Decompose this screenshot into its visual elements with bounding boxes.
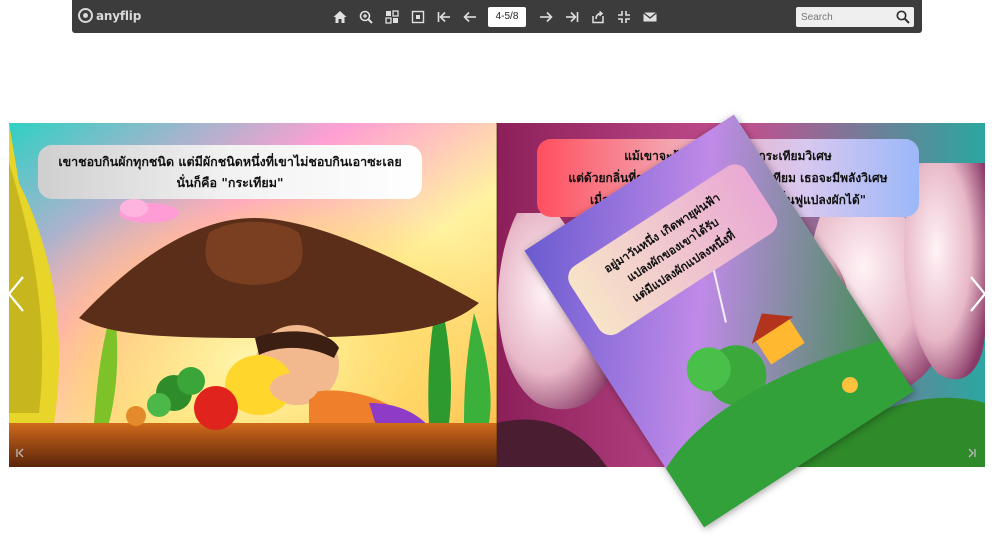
search-input[interactable]: [796, 7, 894, 27]
search-icon[interactable]: [895, 9, 911, 25]
search-box: [796, 7, 914, 27]
page-number-input[interactable]: [488, 7, 526, 27]
toolbar: anyflip: [72, 0, 922, 33]
left-page-text-line1: เขาชอบกินผักทุกชนิด แต่มีผักชนิดหนึ่งที่…: [58, 154, 402, 169]
last-page-icon[interactable]: [564, 9, 580, 25]
email-icon[interactable]: [642, 9, 658, 25]
book-spine: [496, 123, 498, 467]
thumbnails-icon[interactable]: [384, 9, 400, 25]
anyflip-logo-icon: [78, 8, 93, 23]
share-icon[interactable]: [590, 9, 606, 25]
next-page-icon[interactable]: [538, 9, 554, 25]
page-left[interactable]: เขาชอบกินผักทุกชนิด แต่มีผักชนิดหนึ่งที่…: [9, 123, 497, 467]
home-icon[interactable]: [332, 9, 348, 25]
previous-page-icon[interactable]: [462, 9, 478, 25]
last-page-corner-icon[interactable]: [965, 447, 977, 459]
left-page-text-bubble: เขาชอบกินผักทุกชนิด แต่มีผักชนิดหนึ่งที่…: [38, 145, 422, 199]
first-page-icon[interactable]: [436, 9, 452, 25]
logo-text: anyflip: [96, 8, 142, 23]
fullscreen-icon[interactable]: [616, 9, 632, 25]
next-page-arrow-icon[interactable]: [967, 275, 989, 313]
zoom-in-icon[interactable]: [358, 9, 374, 25]
logo[interactable]: anyflip: [78, 8, 141, 23]
previous-page-arrow-icon[interactable]: [5, 275, 27, 313]
left-page-text-line2: นั่นก็คือ "กระเทียม": [176, 175, 284, 190]
first-page-corner-icon[interactable]: [15, 447, 27, 459]
fit-page-icon[interactable]: [410, 9, 426, 25]
